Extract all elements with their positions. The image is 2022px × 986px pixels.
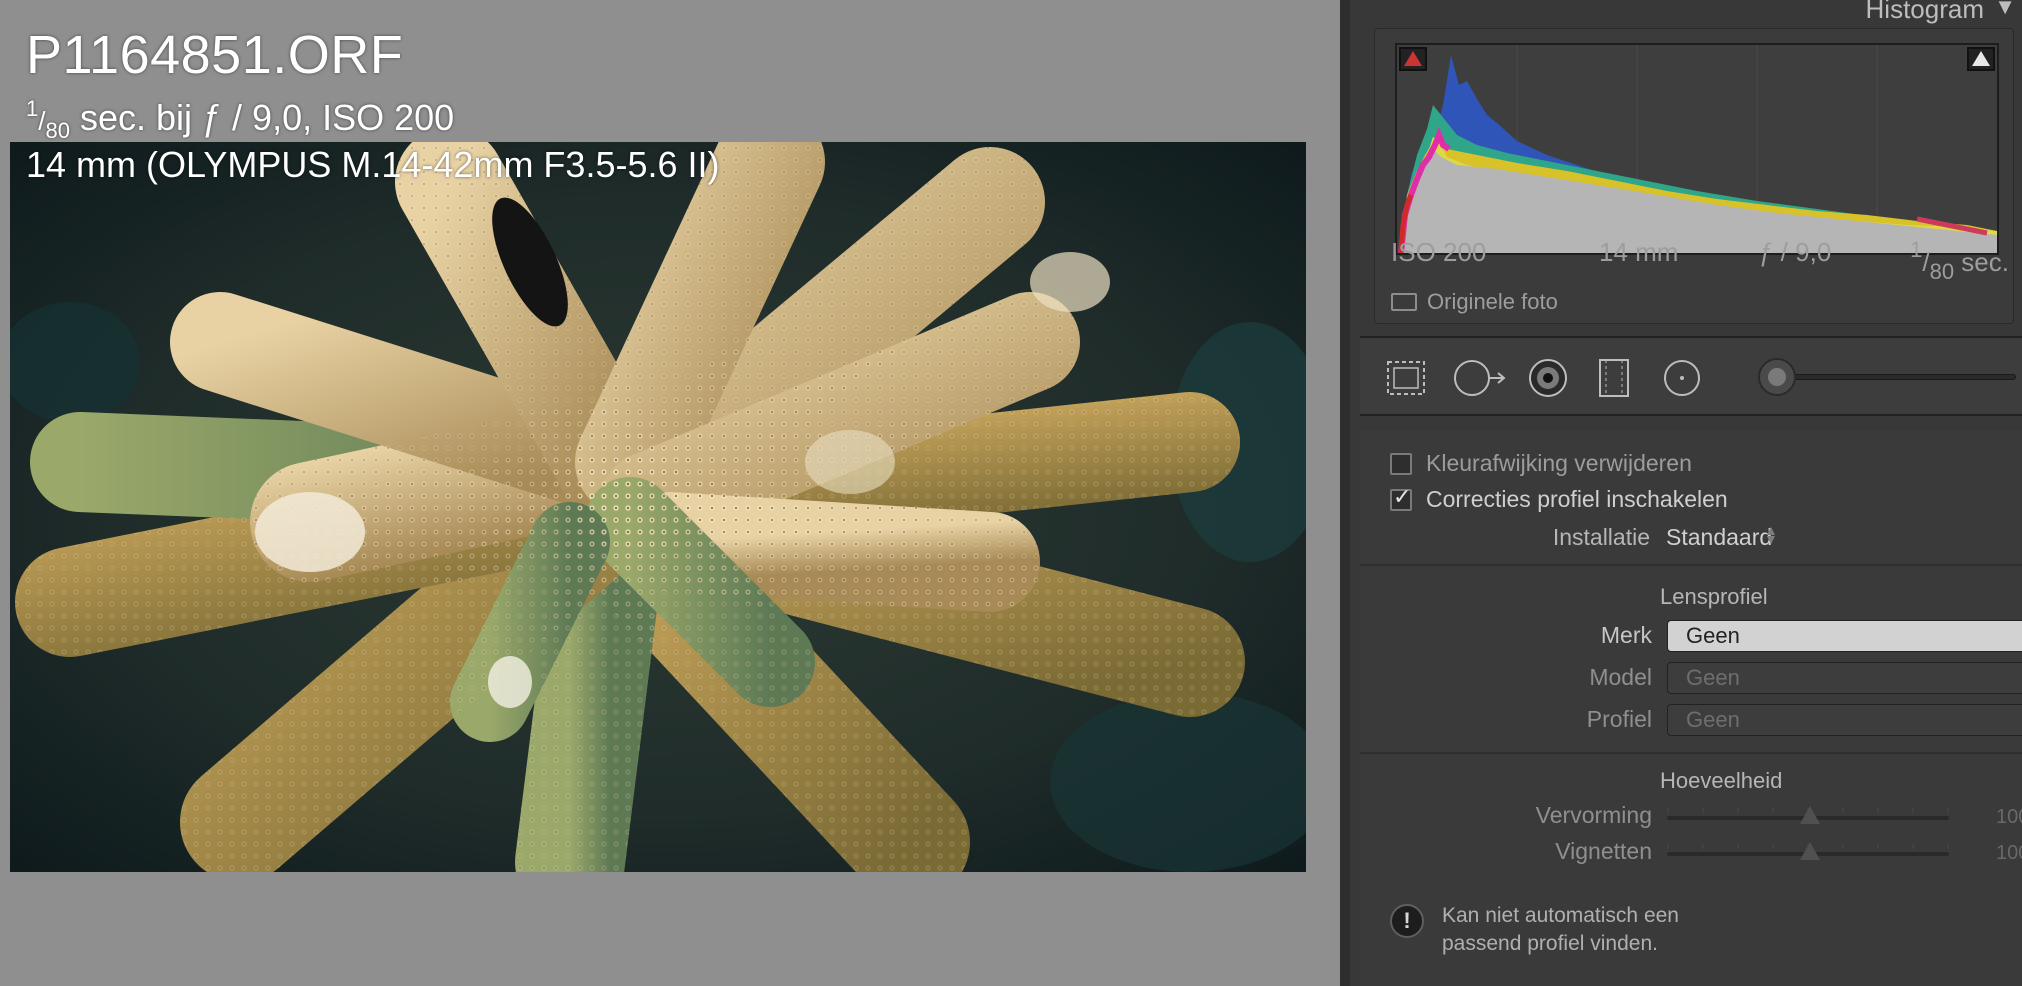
red-eye-icon[interactable] <box>1526 358 1570 398</box>
histogram-shutter: 1/80 sec. <box>1910 237 2009 284</box>
shutter-suffix: sec. <box>1954 247 2009 277</box>
radial-filter-icon[interactable] <box>1660 358 1704 398</box>
shadow-clipping-toggle[interactable] <box>1399 47 1427 71</box>
shutter-numerator: 1 <box>1910 237 1923 262</box>
histogram-plot[interactable] <box>1395 43 1999 255</box>
coral-photo-image <box>10 142 1306 872</box>
setup-arrows-icon[interactable]: ▲ ▼ <box>1764 523 1778 546</box>
lens-profile-title: Lensprofiel <box>1660 584 1768 609</box>
panel-divider[interactable] <box>1340 0 1350 986</box>
histogram-focal-length: 14 mm <box>1599 237 1679 267</box>
tool-strip <box>1360 336 2022 416</box>
exposure-numerator: 1 <box>26 96 39 121</box>
setup-dropdown[interactable]: Standaard <box>1666 524 1772 551</box>
coral-photo[interactable] <box>10 142 1306 872</box>
amount-title: Hoeveelheid <box>1660 768 1783 793</box>
histogram-aperture: ƒ / 9,0 <box>1759 237 1832 267</box>
profile-select[interactable]: Geen ▲▼ <box>1667 704 2022 736</box>
shadow-clipping-icon <box>1404 51 1422 66</box>
section-divider <box>1360 564 2022 566</box>
make-value: Geen <box>1686 623 1740 648</box>
profile-label: Profiel <box>1586 706 1652 732</box>
exposure-denominator: 80 <box>45 118 70 143</box>
remove-chromatic-aberration-checkbox[interactable] <box>1390 452 1412 475</box>
enable-profile-corrections-row[interactable]: Correcties profiel inschakelen <box>1390 485 1728 513</box>
shutter-denominator: 80 <box>1929 259 1955 284</box>
photo-viewer: P1164851.ORF 1/80 sec. bij ƒ / 9,0, ISO … <box>0 0 1340 986</box>
crop-overlay-icon[interactable] <box>1384 358 1428 398</box>
spot-removal-icon[interactable] <box>1452 358 1506 398</box>
model-label: Model <box>1589 664 1652 690</box>
original-photo-toggle[interactable]: Originele foto <box>1391 289 1558 315</box>
overlay-exposure: 1/80 sec. bij ƒ / 9,0, ISO 200 <box>26 96 455 143</box>
original-photo-checkbox[interactable] <box>1391 293 1417 311</box>
warning-icon: ! <box>1390 904 1424 938</box>
graduated-filter-icon[interactable] <box>1592 358 1636 398</box>
model-value: Geen <box>1686 665 1740 690</box>
vignetting-slider-thumb[interactable] <box>1800 842 1820 860</box>
histogram-graph <box>1398 45 1997 253</box>
enable-profile-corrections-checkbox[interactable] <box>1390 485 1412 511</box>
model-select[interactable]: Geen ▲▼ <box>1667 662 2022 694</box>
exposure-rest: sec. bij ƒ / 9,0, ISO 200 <box>69 97 455 138</box>
section-divider <box>1360 752 2022 754</box>
remove-chromatic-aberration-label: Kleurafwijking verwijderen <box>1426 450 1692 476</box>
enable-profile-corrections-label: Correcties profiel inschakelen <box>1426 486 1728 512</box>
right-panel: Histogram ▼ ISO 200 14 mm ƒ / 9,0 1/80 s… <box>1350 0 2022 986</box>
distortion-value[interactable]: 100 <box>1996 806 2022 829</box>
brush-size-track[interactable] <box>1780 374 2016 380</box>
histogram-title[interactable]: Histogram <box>1866 0 1984 25</box>
warning-text: Kan niet automatisch een passend profiel… <box>1442 904 1679 955</box>
distortion-label: Vervorming <box>1535 802 1652 828</box>
highlight-clipping-toggle[interactable] <box>1967 47 1995 71</box>
lens-corrections-panel: Kleurafwijking verwijderen Correcties pr… <box>1360 430 2022 986</box>
make-select[interactable]: Geen ▲▼ <box>1667 620 2022 652</box>
make-label: Merk <box>1600 622 1652 648</box>
overlay-lens-info: 14 mm (OLYMPUS M.14-42mm F3.5-5.6 II) <box>26 144 720 185</box>
histogram-iso: ISO 200 <box>1391 237 1487 267</box>
highlight-clipping-icon <box>1972 51 1990 66</box>
setup-label: Installatie <box>1552 524 1650 550</box>
vignetting-label: Vignetten <box>1555 838 1652 864</box>
adjustment-brush-icon[interactable] <box>1758 358 1796 396</box>
profile-value: Geen <box>1686 707 1740 732</box>
original-photo-label: Originele foto <box>1427 289 1558 314</box>
overlay-filename: P1164851.ORF <box>26 25 404 85</box>
remove-chromatic-aberration-row[interactable]: Kleurafwijking verwijderen <box>1390 450 1692 477</box>
vignetting-value[interactable]: 100 <box>1996 842 2022 865</box>
histogram-box: ISO 200 14 mm ƒ / 9,0 1/80 sec. Originel… <box>1374 28 2014 324</box>
chevron-down-icon[interactable]: ▼ <box>1994 0 2016 20</box>
distortion-slider-thumb[interactable] <box>1800 806 1820 824</box>
